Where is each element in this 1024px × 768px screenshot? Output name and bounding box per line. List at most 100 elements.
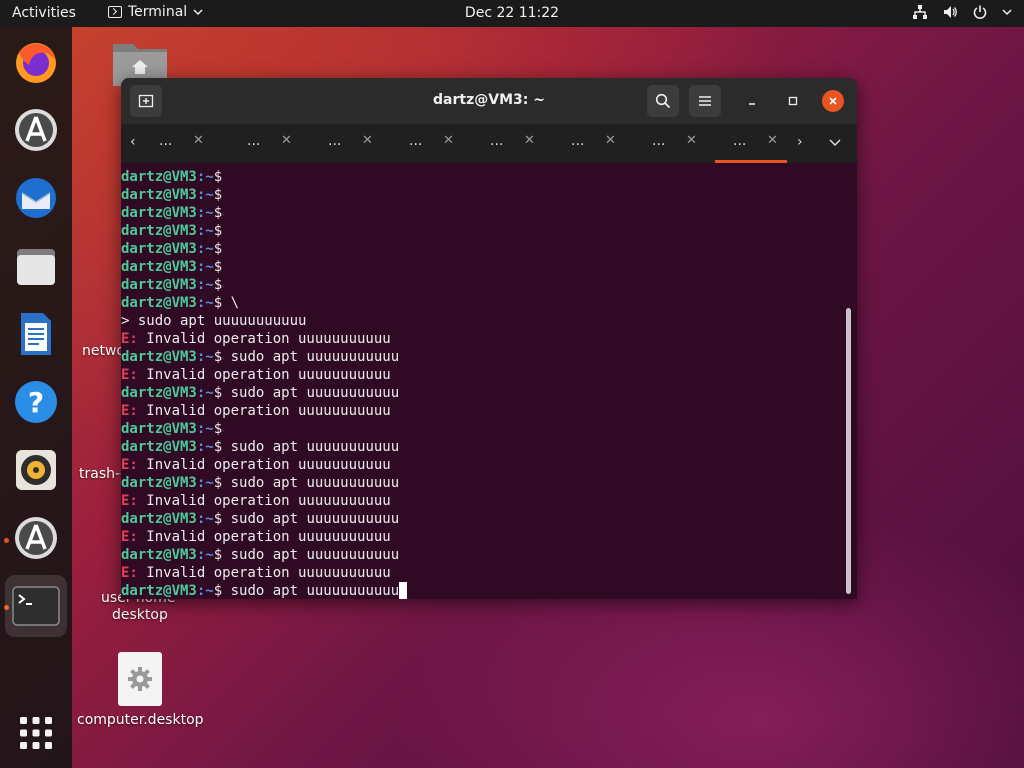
tab-label: ... <box>571 133 585 149</box>
prompt-user: dartz@VM3 <box>121 277 197 293</box>
tab[interactable]: ... ✕ <box>614 124 697 163</box>
error-message: Invalid operation uuuuuuuuuuu <box>137 457 391 473</box>
top-bar: Activities Terminal Dec 22 11:22 <box>0 0 1024 27</box>
tab[interactable]: ... ✕ <box>452 124 535 163</box>
terminal-output[interactable]: dartz@VM3:~$ dartz@VM3:~$ dartz@VM3:~$ dart… <box>121 168 843 599</box>
menu-button[interactable] <box>689 85 721 117</box>
prompt-line: dartz@VM3:~$ sudo apt uuuuuuuuuuu <box>121 384 843 402</box>
dock-software-updater[interactable] <box>10 104 62 156</box>
prompt-path: :~ <box>196 277 214 293</box>
prompt-user: dartz@VM3 <box>121 169 197 185</box>
tab[interactable]: ... ✕ <box>290 124 373 163</box>
dock-thunderbird[interactable] <box>10 172 62 224</box>
hamburger-menu-icon <box>699 96 711 106</box>
maximize-button[interactable] <box>777 85 809 117</box>
tab-label: ... <box>490 133 504 149</box>
tab-list-chevron-down-icon[interactable] <box>829 139 841 147</box>
system-tray[interactable] <box>912 4 1012 20</box>
terminal-headerbar[interactable]: dartz@VM3: ~ <box>121 78 857 124</box>
app-menu-button[interactable]: Terminal <box>108 4 203 20</box>
files-icon <box>17 249 55 285</box>
prompt-path: :~ <box>196 259 214 275</box>
network-desktop-label[interactable]: netwo <box>82 343 125 359</box>
tab-close-icon[interactable]: ✕ <box>193 133 204 148</box>
prompt-line: dartz@VM3:~$ sudo apt uuuuuuuuuuu <box>121 438 843 456</box>
tab[interactable]: ... ✕ <box>533 124 616 163</box>
activities-button[interactable]: Activities <box>12 5 76 21</box>
dock-files[interactable] <box>10 240 62 292</box>
prompt-path: :~ <box>196 421 214 437</box>
show-apps-icon <box>20 717 52 749</box>
clock[interactable]: Dec 22 11:22 <box>465 5 559 21</box>
minimize-button[interactable] <box>736 85 768 117</box>
dock-rhythmbox[interactable] <box>10 444 62 496</box>
error-line: E: Invalid operation uuuuuuuuuuu <box>121 366 843 384</box>
prompt-path: :~ <box>196 511 214 527</box>
error-message: Invalid operation uuuuuuuuuuu <box>137 565 391 581</box>
tab-scroll-right-button[interactable]: › <box>797 134 803 150</box>
tab-bar: ‹ ... ✕ ... ✕ ... ✕ ... ✕ ... ✕ ... ✕ ... ✕ ...… <box>121 124 857 163</box>
prompt-path: :~ <box>196 295 214 311</box>
tab-label: ... <box>409 133 423 149</box>
prompt-path: :~ <box>196 547 214 563</box>
prompt-symbol: $ <box>213 295 223 311</box>
dock-firefox[interactable] <box>10 36 62 88</box>
search-button[interactable] <box>647 85 679 117</box>
volume-icon <box>944 6 957 18</box>
help-icon: ? <box>15 381 57 423</box>
prompt-path: :~ <box>196 205 214 221</box>
prompt-symbol: $ <box>213 385 223 401</box>
command-text: sudo apt uuuuuuuuuuu <box>222 511 400 527</box>
terminal-app-icon <box>108 6 122 18</box>
tab-label: ... <box>652 133 666 149</box>
error-tag: E: <box>121 529 138 545</box>
prompt-line: dartz@VM3:~$ <box>121 168 843 186</box>
prompt-user: dartz@VM3 <box>121 295 197 311</box>
prompt-line: dartz@VM3:~$ <box>121 276 843 294</box>
prompt-path: :~ <box>196 241 214 257</box>
computer-desktop-file[interactable]: computer.desktop <box>77 652 204 728</box>
prompt-user: dartz@VM3 <box>121 547 197 563</box>
dock-help[interactable]: ? <box>10 376 62 428</box>
close-window-button[interactable] <box>822 90 844 112</box>
tab-close-icon[interactable]: ✕ <box>767 133 778 148</box>
tab-active[interactable]: ... ✕ <box>695 124 787 163</box>
tab[interactable]: ... ✕ <box>121 124 204 163</box>
prompt-path: :~ <box>196 349 214 365</box>
error-tag: E: <box>121 457 138 473</box>
tab-label: ... <box>247 133 261 149</box>
prompt-line: dartz@VM3:~$ sudo apt uuuuuuuuuuu <box>121 348 843 366</box>
minimize-icon <box>749 103 755 105</box>
prompt-symbol: $ <box>213 583 223 599</box>
scrollbar-thumb[interactable] <box>846 308 851 594</box>
close-icon <box>829 97 837 105</box>
command-text: \ <box>222 295 240 311</box>
dock-software-center[interactable] <box>10 512 62 564</box>
prompt-line: dartz@VM3:~$ <box>121 258 843 276</box>
terminal-window[interactable]: dartz@VM3: ~ ‹ ... ✕ ... ✕ ... ✕ ... ✕ ... ✕ <box>121 78 857 599</box>
prompt-symbol: $ <box>213 277 223 293</box>
prompt-user: dartz@VM3 <box>121 259 197 275</box>
continuation-line: > sudo apt uuuuuuuuuuu <box>121 312 843 330</box>
prompt-symbol: $ <box>213 205 223 221</box>
dock-show-applications[interactable] <box>10 707 62 759</box>
error-message: Invalid operation uuuuuuuuuuu <box>137 403 391 419</box>
tab[interactable]: ... ✕ <box>371 124 454 163</box>
active-tab-indicator <box>715 160 787 163</box>
command-text: sudo apt uuuuuuuuuuu <box>222 385 400 401</box>
error-tag: E: <box>121 565 138 581</box>
dock-terminal[interactable] <box>5 575 67 637</box>
prompt-line: dartz@VM3:~$ <box>121 420 843 438</box>
prompt-symbol: $ <box>213 421 223 437</box>
terminal-icon <box>12 586 60 626</box>
prompt-line: dartz@VM3:~$ sudo apt uuuuuuuuuuu <box>121 510 843 528</box>
prompt-symbol: $ <box>213 169 223 185</box>
error-line: E: Invalid operation uuuuuuuuuuu <box>121 402 843 420</box>
prompt-user: dartz@VM3 <box>121 439 197 455</box>
user-home-desktop-label-line2[interactable]: desktop <box>112 607 168 623</box>
error-line: E: Invalid operation uuuuuuuuuuu <box>121 492 843 510</box>
dock-libreoffice-writer[interactable] <box>10 308 62 360</box>
settings-file-icon <box>118 652 162 706</box>
prompt-user: dartz@VM3 <box>121 475 197 491</box>
tab[interactable]: ... ✕ <box>209 124 292 163</box>
